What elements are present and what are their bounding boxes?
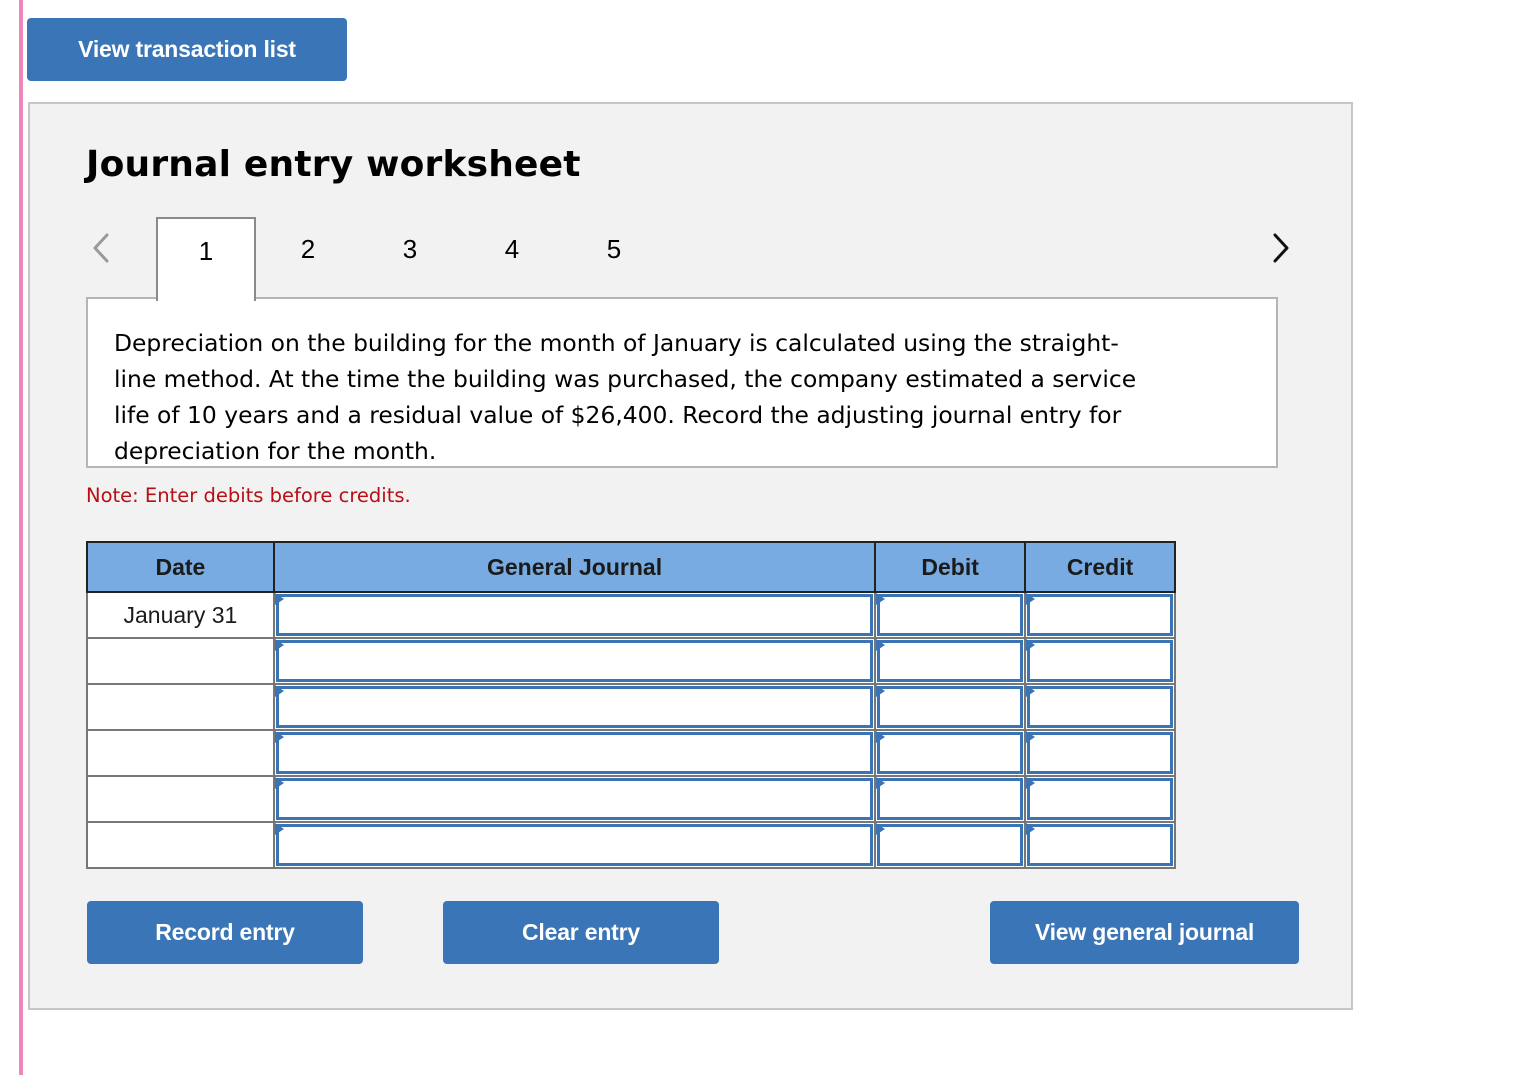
input-flag-icon — [876, 823, 886, 835]
credit-input[interactable] — [1027, 686, 1173, 728]
dropdown-flag-icon — [274, 777, 284, 789]
credit-cell — [1024, 821, 1176, 869]
dropdown-flag-icon — [274, 639, 284, 651]
table-row — [86, 683, 1176, 731]
input-flag-icon — [876, 593, 886, 605]
transaction-description-box: Depreciation on the building for the mon… — [86, 297, 1278, 468]
credit-input[interactable] — [1027, 824, 1173, 866]
chevron-left-icon[interactable] — [88, 232, 116, 264]
account-cell — [272, 637, 877, 685]
credit-input[interactable] — [1027, 778, 1173, 820]
journal-entry-worksheet-panel: Journal entry worksheet 1 2 3 4 5 Deprec… — [28, 102, 1353, 1010]
note-text: Note: Enter debits before credits. — [86, 484, 411, 507]
dropdown-flag-icon — [274, 731, 284, 743]
clear-entry-button[interactable]: Clear entry — [443, 901, 719, 964]
account-cell — [272, 591, 877, 639]
account-input[interactable] — [275, 778, 874, 820]
account-input[interactable] — [275, 640, 874, 682]
debit-input[interactable] — [877, 824, 1024, 866]
dropdown-flag-icon — [274, 593, 284, 605]
account-input[interactable] — [275, 732, 874, 774]
tab-label: 5 — [606, 234, 622, 264]
debit-input[interactable] — [877, 594, 1024, 636]
account-input[interactable] — [275, 594, 874, 636]
credit-cell — [1024, 591, 1176, 639]
date-cell — [86, 637, 275, 685]
page-title: Journal entry worksheet — [86, 144, 581, 185]
input-flag-icon — [1026, 593, 1036, 605]
debit-cell — [874, 821, 1027, 869]
journal-entry-table: Date General Journal Debit Credit Januar… — [86, 541, 1176, 869]
credit-cell — [1024, 775, 1176, 823]
date-cell — [86, 683, 275, 731]
tab-2[interactable]: 2 — [258, 217, 358, 299]
table-row — [86, 729, 1176, 777]
header-date: Date — [86, 541, 275, 593]
header-debit: Debit — [874, 541, 1027, 593]
input-flag-icon — [876, 639, 886, 651]
input-flag-icon — [876, 777, 886, 789]
input-flag-icon — [876, 685, 886, 697]
input-flag-icon — [1026, 639, 1036, 651]
tab-3[interactable]: 3 — [360, 217, 460, 299]
input-flag-icon — [1026, 685, 1036, 697]
dropdown-flag-icon — [274, 823, 284, 835]
table-row — [86, 821, 1176, 869]
input-flag-icon — [876, 731, 886, 743]
date-cell — [86, 775, 275, 823]
credit-cell — [1024, 683, 1176, 731]
account-cell — [272, 821, 877, 869]
tab-1[interactable]: 1 — [156, 217, 256, 301]
credit-cell — [1024, 637, 1176, 685]
debit-cell — [874, 591, 1027, 639]
date-cell: January 31 — [86, 591, 275, 639]
debit-cell — [874, 683, 1027, 731]
transaction-description: Depreciation on the building for the mon… — [114, 329, 1137, 465]
tab-label: 4 — [504, 234, 520, 264]
credit-input[interactable] — [1027, 732, 1173, 774]
view-general-journal-button[interactable]: View general journal — [990, 901, 1299, 964]
table-row — [86, 637, 1176, 685]
account-cell — [272, 775, 877, 823]
account-input[interactable] — [275, 686, 874, 728]
table-row: January 31 — [86, 591, 1176, 639]
view-transaction-list-button[interactable]: View transaction list — [27, 18, 347, 81]
credit-input[interactable] — [1027, 594, 1173, 636]
input-flag-icon — [1026, 731, 1036, 743]
dropdown-flag-icon — [274, 685, 284, 697]
tab-4[interactable]: 4 — [462, 217, 562, 299]
debit-cell — [874, 637, 1027, 685]
tab-label: 1 — [198, 236, 214, 266]
account-cell — [272, 729, 877, 777]
credit-input[interactable] — [1027, 640, 1173, 682]
credit-cell — [1024, 729, 1176, 777]
date-cell — [86, 821, 275, 869]
account-cell — [272, 683, 877, 731]
input-flag-icon — [1026, 777, 1036, 789]
debit-input[interactable] — [877, 732, 1024, 774]
table-header-row: Date General Journal Debit Credit — [86, 541, 1176, 593]
left-accent-bar — [19, 0, 23, 1075]
debit-cell — [874, 775, 1027, 823]
input-flag-icon — [1026, 823, 1036, 835]
debit-cell — [874, 729, 1027, 777]
debit-input[interactable] — [877, 778, 1024, 820]
table-row — [86, 775, 1176, 823]
account-input[interactable] — [275, 824, 874, 866]
debit-input[interactable] — [877, 640, 1024, 682]
date-cell — [86, 729, 275, 777]
tab-label: 2 — [300, 234, 316, 264]
debit-input[interactable] — [877, 686, 1024, 728]
chevron-right-icon[interactable] — [1266, 232, 1294, 264]
tab-label: 3 — [402, 234, 418, 264]
tab-5[interactable]: 5 — [564, 217, 664, 299]
header-general-journal: General Journal — [272, 541, 877, 593]
header-credit: Credit — [1024, 541, 1176, 593]
record-entry-button[interactable]: Record entry — [87, 901, 363, 964]
